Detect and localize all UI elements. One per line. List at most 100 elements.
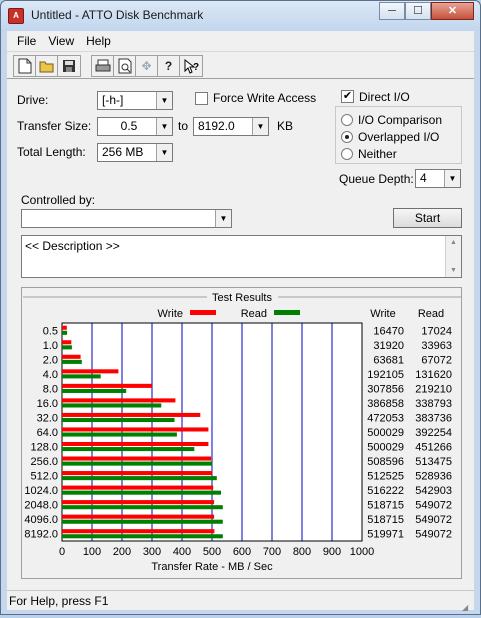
read-value: 338793 — [415, 398, 452, 410]
settings-panel: Drive: [-h-] ▼ Force Write Access ✔ Dire… — [7, 79, 474, 590]
write-bar — [62, 456, 212, 461]
read-value: 513475 — [415, 456, 452, 468]
read-value: 542903 — [415, 485, 452, 497]
write-bar — [62, 398, 176, 403]
new-icon[interactable] — [14, 56, 36, 76]
write-bar — [62, 514, 215, 519]
total-length-select[interactable]: 256 MB ▼ — [97, 143, 173, 162]
maximize-button[interactable]: ☐ — [405, 2, 431, 20]
y-tick-label: 8192.0 — [24, 529, 58, 541]
x-tick-label: 400 — [173, 546, 191, 558]
force-write-checkbox[interactable] — [195, 92, 208, 105]
test-results-panel: Test Results Write Read Write Read 0 100 2… — [21, 287, 462, 579]
x-axis-label: Transfer Rate - MB / Sec — [151, 561, 273, 573]
transfer-from-value: 0.5 — [120, 119, 138, 133]
menu-bar: File View Help — [7, 31, 474, 51]
menu-help[interactable]: Help — [80, 34, 117, 48]
drive-select[interactable]: [-h-] ▼ — [97, 91, 173, 110]
print-preview-icon[interactable] — [114, 56, 136, 76]
description-textarea[interactable]: << Description >> ▲ ▼ — [21, 235, 462, 278]
transfer-to-select[interactable]: 8192.0 ▼ — [193, 117, 269, 136]
read-bar — [62, 505, 223, 510]
direct-io-checkbox[interactable]: ✔ — [341, 90, 354, 103]
minimize-button[interactable]: ─ — [379, 2, 405, 20]
start-button[interactable]: Start — [393, 208, 462, 228]
y-tick-label: 256.0 — [30, 456, 58, 468]
write-value: 508596 — [367, 456, 404, 468]
status-text: For Help, press F1 — [9, 594, 109, 608]
neither-radio[interactable] — [341, 148, 353, 160]
description-scrollbar[interactable]: ▲ ▼ — [445, 236, 461, 277]
transfer-from-select[interactable]: 0.5 ▼ — [97, 117, 173, 136]
results-chart: Test Results Write Read Write Read 0 100 2… — [23, 292, 462, 573]
chevron-down-icon[interactable]: ▼ — [444, 170, 460, 187]
read-bar — [62, 403, 162, 408]
save-icon[interactable] — [58, 56, 80, 76]
bar-plot-area: 0 100 200 300 400 500 600 700 800 900 1000 0.5 16470… — [24, 322, 452, 558]
svg-text:?: ? — [193, 62, 199, 73]
x-tick-label: 700 — [263, 546, 281, 558]
controlled-by-select[interactable]: ▼ — [21, 209, 232, 228]
close-button[interactable]: ✕ — [431, 2, 474, 20]
drive-value: [-h-] — [102, 93, 124, 107]
window-title: Untitled - ATTO Disk Benchmark — [31, 8, 204, 22]
write-value: 31920 — [373, 340, 404, 352]
help-icon[interactable]: ? — [158, 56, 180, 76]
menu-file[interactable]: File — [11, 34, 42, 48]
io-comparison-radio[interactable] — [341, 114, 353, 126]
io-comparison-label: I/O Comparison — [358, 113, 443, 127]
menu-view[interactable]: View — [42, 34, 80, 48]
chevron-down-icon[interactable]: ▼ — [252, 118, 268, 135]
open-icon[interactable] — [36, 56, 58, 76]
read-value: 549072 — [415, 500, 452, 512]
x-tick-label: 0 — [59, 546, 65, 558]
resize-grip-icon[interactable]: ◢ — [462, 598, 472, 612]
title-bar[interactable]: A Untitled - ATTO Disk Benchmark ─ ☐ ✕ — [1, 1, 480, 31]
to-label: to — [178, 119, 189, 133]
write-value: 386858 — [367, 398, 404, 410]
read-bar — [62, 534, 223, 539]
write-value: 518715 — [367, 514, 404, 526]
app-window: A Untitled - ATTO Disk Benchmark ─ ☐ ✕ F… — [0, 0, 481, 615]
y-tick-label: 2048.0 — [24, 500, 58, 512]
read-value: 549072 — [415, 514, 452, 526]
read-bar — [62, 388, 127, 393]
x-tick-label: 100 — [83, 546, 101, 558]
read-bar — [62, 447, 195, 452]
x-tick-label: 1000 — [350, 546, 374, 558]
overlapped-io-radio[interactable] — [341, 131, 353, 143]
chevron-down-icon[interactable]: ▼ — [156, 144, 172, 161]
transfer-size-label: Transfer Size: — [17, 119, 92, 133]
chevron-down-icon[interactable]: ▼ — [215, 210, 231, 227]
legend-read-swatch — [274, 310, 300, 315]
x-tick-label: 200 — [113, 546, 131, 558]
scroll-down-icon[interactable]: ▼ — [446, 267, 461, 274]
total-length-value: 256 MB — [102, 145, 144, 159]
chevron-down-icon[interactable]: ▼ — [156, 118, 172, 135]
read-bar — [62, 330, 68, 335]
write-value: 500029 — [367, 427, 404, 439]
queue-depth-select[interactable]: 4 ▼ — [415, 169, 461, 188]
move-icon[interactable]: ✥ — [136, 56, 158, 76]
y-tick-label: 4.0 — [43, 369, 58, 381]
x-tick-label: 900 — [323, 546, 341, 558]
write-bar — [62, 529, 215, 534]
scroll-up-icon[interactable]: ▲ — [446, 239, 461, 246]
read-value: 392254 — [415, 427, 452, 439]
write-bar — [62, 500, 215, 505]
read-bar — [62, 476, 217, 481]
neither-label: Neither — [358, 147, 397, 161]
x-tick-label: 500 — [203, 546, 221, 558]
read-column-header: Read — [418, 308, 444, 320]
chevron-down-icon[interactable]: ▼ — [156, 92, 172, 109]
legend-write-label: Write — [158, 308, 183, 320]
status-bar: For Help, press F1 ◢ — [7, 590, 474, 612]
transfer-to-value: 8192.0 — [198, 119, 235, 133]
print-icon[interactable] — [92, 56, 114, 76]
write-value: 516222 — [367, 485, 404, 497]
context-help-icon[interactable]: ? — [180, 56, 202, 76]
read-value: 33963 — [421, 340, 452, 352]
y-tick-label: 32.0 — [37, 412, 58, 424]
write-column-header: Write — [370, 308, 395, 320]
force-write-label: Force Write Access — [213, 91, 317, 105]
